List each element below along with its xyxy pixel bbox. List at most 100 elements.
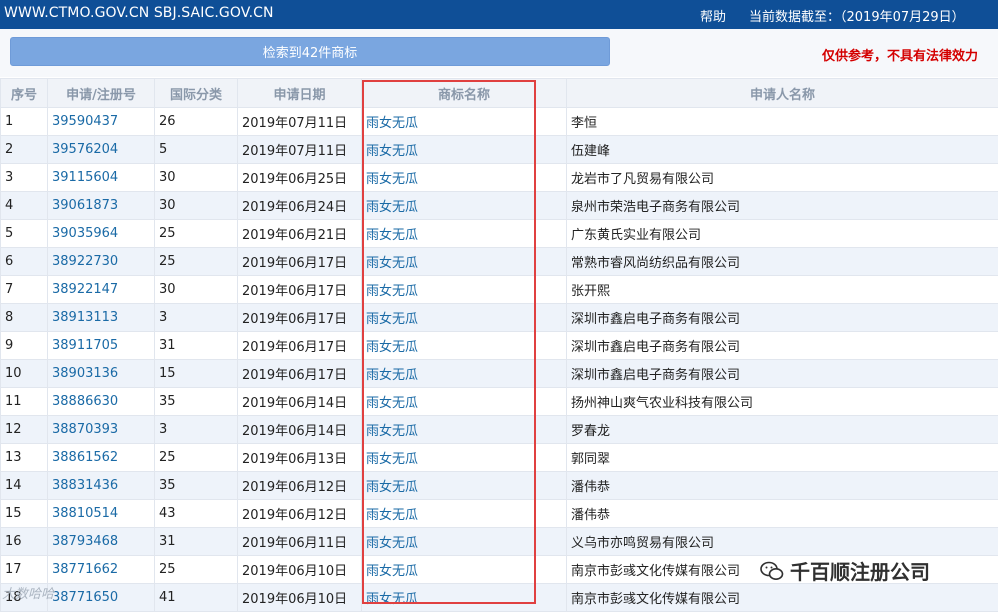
cell-mark[interactable]: 雨女无瓜 [362, 360, 567, 388]
cell-index: 5 [1, 220, 48, 248]
cell-date: 2019年06月17日 [238, 360, 362, 388]
cell-index: 7 [1, 276, 48, 304]
cell-applicant: 泉州市荣浩电子商务有限公司 [567, 192, 998, 220]
col-header-mark: 商标名称 [362, 79, 567, 108]
cell-index: 15 [1, 500, 48, 528]
cell-mark[interactable]: 雨女无瓜 [362, 304, 567, 332]
cell-reg-no[interactable]: 38911705 [48, 332, 155, 360]
cell-class: 35 [155, 472, 238, 500]
cell-date: 2019年06月17日 [238, 332, 362, 360]
cell-reg-no[interactable]: 38771662 [48, 556, 155, 584]
cell-applicant: 潘伟恭 [567, 472, 998, 500]
cell-mark[interactable]: 雨女无瓜 [362, 192, 567, 220]
table-row: 339115604302019年06月25日雨女无瓜龙岩市了凡贸易有限公司 [1, 164, 998, 192]
col-header-index: 序号 [1, 79, 48, 108]
cell-applicant: 罗春龙 [567, 416, 998, 444]
cell-reg-no[interactable]: 39590437 [48, 108, 155, 136]
cell-index: 9 [1, 332, 48, 360]
cell-reg-no[interactable]: 38831436 [48, 472, 155, 500]
table-row: 123887039332019年06月14日雨女无瓜罗春龙 [1, 416, 998, 444]
cell-mark[interactable]: 雨女无瓜 [362, 472, 567, 500]
cell-reg-no[interactable]: 38913113 [48, 304, 155, 332]
cell-date: 2019年06月12日 [238, 500, 362, 528]
cell-mark[interactable]: 雨女无瓜 [362, 248, 567, 276]
cell-class: 30 [155, 276, 238, 304]
cell-index: 2 [1, 136, 48, 164]
table-row: 1538810514432019年06月12日雨女无瓜潘伟恭 [1, 500, 998, 528]
cell-class: 3 [155, 416, 238, 444]
data-date-status: 当前数据截至：（2019年07月29日） [749, 6, 965, 25]
cell-index: 10 [1, 360, 48, 388]
cell-index: 16 [1, 528, 48, 556]
cell-reg-no[interactable]: 38861562 [48, 444, 155, 472]
cell-applicant: 龙岩市了凡贸易有限公司 [567, 164, 998, 192]
cell-reg-no[interactable]: 38922147 [48, 276, 155, 304]
site-urls: WWW.CTMO.GOV.CN SBJ.SAIC.GOV.CN [4, 5, 274, 21]
cell-mark[interactable]: 雨女无瓜 [362, 556, 567, 584]
cell-index: 12 [1, 416, 48, 444]
cell-mark[interactable]: 雨女无瓜 [362, 528, 567, 556]
cell-index: 14 [1, 472, 48, 500]
table-row: 539035964252019年06月21日雨女无瓜广东黄氏实业有限公司 [1, 220, 998, 248]
cell-applicant: 伍建峰 [567, 136, 998, 164]
cell-mark[interactable]: 雨女无瓜 [362, 276, 567, 304]
cell-reg-no[interactable]: 38922730 [48, 248, 155, 276]
results-table: 序号 申请/注册号 国际分类 申请日期 商标名称 申请人名称 139590437… [0, 78, 998, 612]
watermark-left: 大数哈哈 [2, 583, 54, 602]
cell-date: 2019年06月17日 [238, 276, 362, 304]
cell-applicant: 张开熙 [567, 276, 998, 304]
cell-date: 2019年06月12日 [238, 472, 362, 500]
cell-reg-no[interactable]: 38810514 [48, 500, 155, 528]
table-row: 1038903136152019年06月17日雨女无瓜深圳市鑫启电子商务有限公司 [1, 360, 998, 388]
cell-applicant: 潘伟恭 [567, 500, 998, 528]
disclaimer: 仅供参考，不具有法律效力 [822, 45, 978, 64]
cell-class: 25 [155, 444, 238, 472]
cell-mark[interactable]: 雨女无瓜 [362, 500, 567, 528]
cell-date: 2019年06月24日 [238, 192, 362, 220]
top-bar: WWW.CTMO.GOV.CN SBJ.SAIC.GOV.CN 帮助 当前数据截… [0, 0, 998, 29]
result-count-button[interactable]: 检索到42件商标 [10, 37, 610, 66]
cell-date: 2019年06月13日 [238, 444, 362, 472]
cell-reg-no[interactable]: 38771650 [48, 584, 155, 612]
cell-mark[interactable]: 雨女无瓜 [362, 108, 567, 136]
cell-mark[interactable]: 雨女无瓜 [362, 164, 567, 192]
cell-reg-no[interactable]: 38793468 [48, 528, 155, 556]
cell-reg-no[interactable]: 39115604 [48, 164, 155, 192]
cell-applicant: 郭同翠 [567, 444, 998, 472]
cell-mark[interactable]: 雨女无瓜 [362, 444, 567, 472]
cell-mark[interactable]: 雨女无瓜 [362, 416, 567, 444]
table-row: 1838771650412019年06月10日雨女无瓜南京市彭彧文化传媒有限公司 [1, 584, 998, 612]
cell-class: 25 [155, 556, 238, 584]
cell-class: 31 [155, 332, 238, 360]
cell-reg-no[interactable]: 39576204 [48, 136, 155, 164]
table-row: 938911705312019年06月17日雨女无瓜深圳市鑫启电子商务有限公司 [1, 332, 998, 360]
cell-reg-no[interactable]: 39061873 [48, 192, 155, 220]
cell-reg-no[interactable]: 38903136 [48, 360, 155, 388]
cell-index: 6 [1, 248, 48, 276]
table-row: 1438831436352019年06月12日雨女无瓜潘伟恭 [1, 472, 998, 500]
cell-class: 15 [155, 360, 238, 388]
help-link[interactable]: 帮助 [700, 6, 726, 25]
table-row: 738922147302019年06月17日雨女无瓜张开熙 [1, 276, 998, 304]
cell-index: 4 [1, 192, 48, 220]
cell-mark[interactable]: 雨女无瓜 [362, 220, 567, 248]
cell-mark[interactable]: 雨女无瓜 [362, 388, 567, 416]
cell-applicant: 深圳市鑫启电子商务有限公司 [567, 304, 998, 332]
cell-applicant: 义乌市亦鸣贸易有限公司 [567, 528, 998, 556]
cell-class: 43 [155, 500, 238, 528]
cell-applicant: 深圳市鑫启电子商务有限公司 [567, 332, 998, 360]
cell-index: 17 [1, 556, 48, 584]
cell-reg-no[interactable]: 38886630 [48, 388, 155, 416]
cell-reg-no[interactable]: 38870393 [48, 416, 155, 444]
cell-date: 2019年06月10日 [238, 584, 362, 612]
col-header-applicant: 申请人名称 [567, 79, 998, 108]
watermark-right: 千百顺注册公司 [760, 556, 930, 585]
cell-mark[interactable]: 雨女无瓜 [362, 332, 567, 360]
cell-class: 3 [155, 304, 238, 332]
table-header-row: 序号 申请/注册号 国际分类 申请日期 商标名称 申请人名称 [1, 79, 998, 108]
cell-class: 31 [155, 528, 238, 556]
table-row: 1138886630352019年06月14日雨女无瓜扬州神山爽气农业科技有限公… [1, 388, 998, 416]
cell-mark[interactable]: 雨女无瓜 [362, 136, 567, 164]
cell-reg-no[interactable]: 39035964 [48, 220, 155, 248]
cell-mark[interactable]: 雨女无瓜 [362, 584, 567, 612]
